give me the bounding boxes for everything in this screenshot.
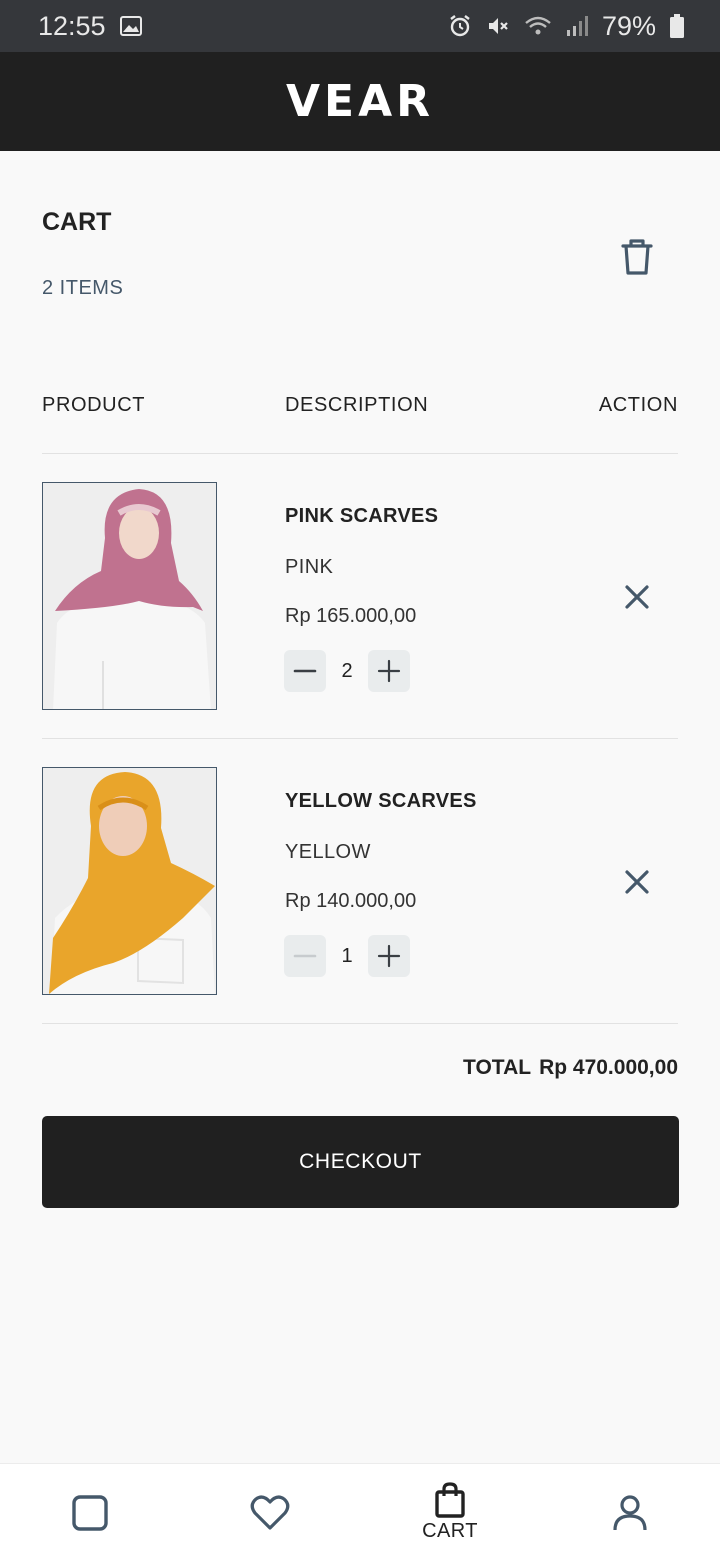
wifi-icon <box>524 15 552 37</box>
minus-icon <box>293 954 317 958</box>
checkout-button[interactable]: CHECKOUT <box>42 1116 679 1208</box>
total-value: Rp 470.000,00 <box>539 1056 678 1079</box>
remove-item-button[interactable] <box>618 578 656 616</box>
close-icon <box>625 870 649 894</box>
product-image[interactable] <box>42 767 217 995</box>
product-variant: YELLOW <box>285 841 371 863</box>
gallery-icon <box>119 16 142 36</box>
app-header: VEAR <box>0 52 720 151</box>
product-price: Rp 165.000,00 <box>285 605 417 627</box>
nav-wishlist[interactable] <box>180 1464 360 1560</box>
column-header-description: DESCRIPTION <box>285 394 429 416</box>
alarm-icon <box>448 14 472 38</box>
quantity-value: 2 <box>341 660 353 682</box>
status-left: 12:55 <box>38 11 142 42</box>
remove-item-button[interactable] <box>618 863 656 901</box>
quantity-value: 1 <box>341 945 353 967</box>
close-icon <box>625 585 649 609</box>
page-title: CART <box>42 208 112 236</box>
column-header-action: ACTION <box>598 394 678 416</box>
divider <box>42 1023 678 1024</box>
product-variant: PINK <box>285 556 334 578</box>
decrease-quantity-button[interactable] <box>284 935 326 977</box>
increase-quantity-button[interactable] <box>368 650 410 692</box>
home-icon <box>72 1494 108 1531</box>
cart-item: YELLOW SCARVES YELLOW Rp 140.000,00 1 <box>0 739 720 1024</box>
signal-icon <box>566 15 588 37</box>
nav-home[interactable] <box>0 1464 180 1560</box>
total-label: TOTAL <box>463 1056 532 1079</box>
nav-cart[interactable]: CART <box>360 1464 540 1560</box>
product-name[interactable]: PINK SCARVES <box>285 505 438 528</box>
status-bar: 12:55 79% <box>0 0 720 52</box>
battery-percent: 79% <box>601 10 656 41</box>
status-time: 12:55 <box>38 10 106 41</box>
status-right: 79% <box>448 11 684 42</box>
plus-icon <box>377 944 401 968</box>
cart-item: PINK SCARVES PINK Rp 165.000,00 2 <box>0 454 720 739</box>
brand-logo[interactable]: VEAR <box>286 76 434 127</box>
nav-profile[interactable] <box>540 1464 720 1560</box>
product-price: Rp 140.000,00 <box>285 890 417 912</box>
nav-cart-label: CART <box>422 1520 478 1542</box>
column-header-product: PRODUCT <box>42 394 146 416</box>
trash-icon <box>621 239 653 275</box>
increase-quantity-button[interactable] <box>368 935 410 977</box>
shopping-bag-icon <box>435 1482 465 1518</box>
clear-cart-button[interactable] <box>612 232 662 282</box>
battery-icon <box>670 14 684 38</box>
minus-icon <box>293 669 317 673</box>
decrease-quantity-button[interactable] <box>284 650 326 692</box>
user-icon <box>613 1494 647 1530</box>
plus-icon <box>377 659 401 683</box>
cart-item-count: 2 ITEMS <box>42 277 124 299</box>
cart-total: TOTAL Rp 470.000,00 <box>463 1056 678 1080</box>
bottom-nav: CART <box>0 1463 720 1560</box>
heart-icon <box>250 1494 290 1530</box>
product-image[interactable] <box>42 482 217 710</box>
product-name[interactable]: YELLOW SCARVES <box>285 790 477 813</box>
mute-icon <box>486 14 510 38</box>
